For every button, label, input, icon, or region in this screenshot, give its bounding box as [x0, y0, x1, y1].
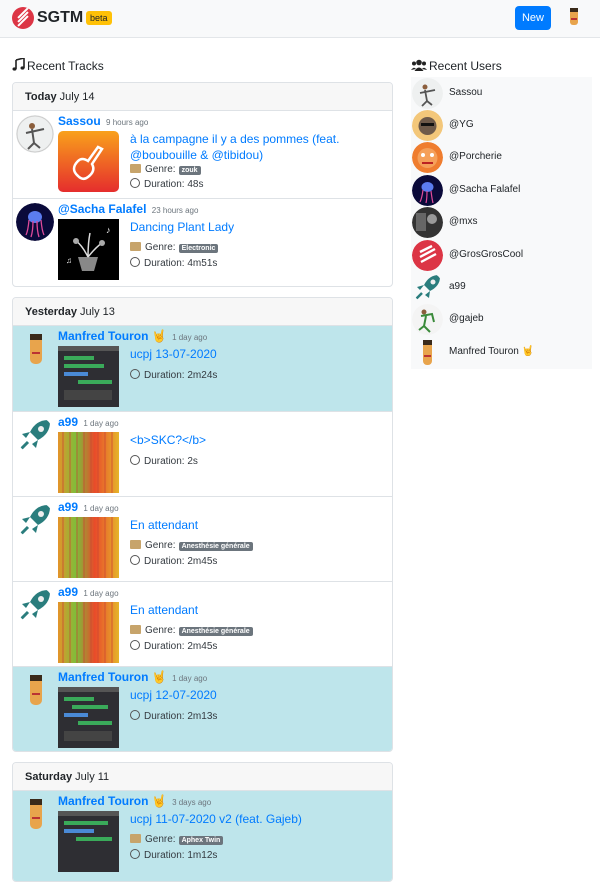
track-row: Manfred Touron 🤘 1 day ago ucpj 13-07-20…: [13, 326, 392, 412]
track-duration: Duration: 2m45s: [130, 640, 217, 652]
avatar[interactable]: [16, 330, 54, 368]
track-title-link[interactable]: <b>SKC?</b>: [130, 432, 385, 448]
track-title-link[interactable]: Dancing Plant Lady: [130, 219, 385, 235]
user-item[interactable]: Sassou: [411, 78, 592, 109]
track-row: a99 1 day ago En attendant Genre: Anesthé…: [13, 582, 392, 667]
day-header: Today July 14: [13, 83, 392, 111]
recent-users-list: Sassou @YG @Porcherie @Sacha Falafel @mx…: [411, 77, 592, 369]
track-row: Manfred Touron 🤘 1 day ago ucpj 12-07-20…: [13, 667, 392, 751]
users-icon: [411, 59, 427, 71]
track-user-link[interactable]: Manfred Touron 🤘 1 day ago: [58, 329, 207, 343]
logo-icon[interactable]: [12, 7, 34, 29]
track-user-link[interactable]: a99 1 day ago: [58, 585, 119, 599]
avatar: [412, 142, 443, 173]
user-avatar[interactable]: [563, 6, 585, 28]
track-user-link[interactable]: Manfred Touron 🤘 3 days ago: [58, 794, 211, 808]
track-cover[interactable]: [58, 432, 119, 493]
track-duration: Duration: 48s: [130, 178, 203, 190]
recent-users-heading: Recent Users: [429, 59, 502, 73]
avatar[interactable]: [16, 795, 54, 833]
track-genre: Genre: Electronic: [130, 242, 219, 253]
track-row: @Sacha Falafel 23 hours ago ♪ ♫ Dancing P…: [13, 199, 392, 285]
user-item[interactable]: @Sacha Falafel: [411, 175, 592, 206]
music-note-icon: [12, 58, 25, 71]
track-cover[interactable]: ♪♫: [58, 219, 119, 280]
track-user-link[interactable]: Sassou 9 hours ago: [58, 114, 148, 128]
track-title-link[interactable]: En attendant: [130, 602, 385, 618]
track-title-link[interactable]: ucpj 13-07-2020: [130, 346, 385, 362]
avatar: [412, 110, 443, 141]
recent-tracks-heading: Recent Tracks: [27, 59, 104, 73]
user-item[interactable]: @GrosGrosCool: [411, 240, 592, 271]
track-cover[interactable]: [58, 602, 119, 663]
track-cover[interactable]: [58, 131, 119, 192]
svg-text:♫: ♫: [66, 256, 72, 265]
day-header: Yesterday July 13: [13, 298, 392, 326]
track-user-link[interactable]: @Sacha Falafel 23 hours ago: [58, 202, 198, 216]
day-header: Saturday July 11: [13, 763, 392, 791]
track-duration: Duration: 2m13s: [130, 710, 217, 722]
track-duration: Duration: 1m12s: [130, 849, 217, 861]
track-user-link[interactable]: a99 1 day ago: [58, 500, 119, 514]
user-item[interactable]: @Porcherie: [411, 142, 592, 173]
avatar: [412, 304, 443, 335]
user-item[interactable]: @gajeb: [411, 304, 592, 335]
track-user-link[interactable]: a99 1 day ago: [58, 415, 119, 429]
svg-text:♪: ♪: [106, 225, 111, 235]
avatar: [414, 275, 440, 301]
new-button[interactable]: New: [515, 6, 551, 30]
user-item[interactable]: a99: [411, 272, 592, 303]
track-cover[interactable]: [58, 687, 119, 748]
avatar: [412, 78, 443, 109]
brand-title[interactable]: SGTM: [37, 9, 83, 27]
track-genre: Genre: Anesthésie générale: [130, 625, 253, 636]
user-item[interactable]: @mxs: [411, 207, 592, 238]
track-cover[interactable]: [58, 346, 119, 407]
day-card-today: Today July 14 Sassou 9 hours ago à la ca…: [12, 82, 393, 287]
track-duration: Duration: 2m24s: [130, 369, 217, 381]
track-row: a99 1 day ago <b>SKC?</b> Duration: 2s: [13, 412, 392, 497]
day-card-yesterday: Yesterday July 13 Manfred Touron 🤘 1 day…: [12, 297, 393, 752]
avatar[interactable]: [16, 501, 54, 539]
track-cover[interactable]: [58, 517, 119, 578]
avatar[interactable]: [16, 671, 54, 709]
track-title-link[interactable]: ucpj 12-07-2020: [130, 687, 385, 703]
track-title-link[interactable]: ucpj 11-07-2020 v2 (feat. Gajeb): [130, 811, 385, 827]
avatar[interactable]: [16, 203, 54, 241]
track-row: Sassou 9 hours ago à la campagne il y a …: [13, 111, 392, 199]
avatar[interactable]: [16, 115, 54, 153]
avatar: [412, 207, 443, 238]
avatar: [412, 240, 443, 271]
track-cover[interactable]: [58, 811, 119, 872]
track-genre: Genre: Anesthésie générale: [130, 540, 253, 551]
avatar[interactable]: [16, 416, 54, 454]
track-duration: Duration: 4m51s: [130, 257, 217, 269]
track-duration: Duration: 2m45s: [130, 555, 217, 567]
navbar: SGTM beta New: [0, 0, 600, 38]
track-title-link[interactable]: à la campagne il y a des pommes (feat. @…: [130, 131, 385, 163]
user-item[interactable]: @YG: [411, 110, 592, 141]
user-item[interactable]: Manfred Touron 🤘: [411, 337, 592, 368]
track-duration: Duration: 2s: [130, 455, 198, 467]
avatar: [412, 175, 443, 206]
track-row: a99 1 day ago En attendant Genre: Anesthé…: [13, 497, 392, 582]
day-card-saturday: Saturday July 11 Manfred Touron 🤘 3 days…: [12, 762, 393, 882]
track-row: Manfred Touron 🤘 3 days ago ucpj 11-07-2…: [13, 791, 392, 881]
avatar: [423, 340, 432, 365]
avatar[interactable]: [16, 586, 54, 624]
track-user-link[interactable]: Manfred Touron 🤘 1 day ago: [58, 670, 207, 684]
track-title-link[interactable]: En attendant: [130, 517, 385, 533]
track-genre: Genre: Aphex Twin: [130, 834, 224, 845]
beta-badge: beta: [86, 11, 112, 25]
track-genre: Genre: zouk: [130, 164, 201, 175]
